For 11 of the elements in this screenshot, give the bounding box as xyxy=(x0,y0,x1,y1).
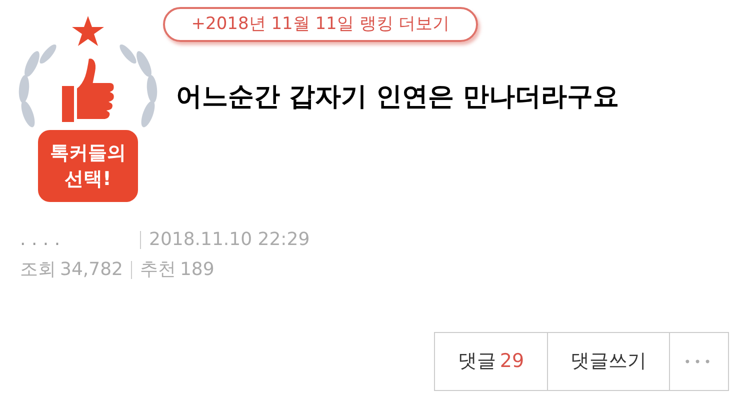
post-date: 2018.11.10 22:29 xyxy=(149,228,310,252)
views-count: 34,782 xyxy=(60,258,123,282)
ranking-link[interactable]: +2018년 11월 11일 랭킹 더보기 xyxy=(163,7,478,42)
views-label: 조회 xyxy=(20,258,56,282)
badge-label: 톡커들의 선택! xyxy=(38,130,138,202)
post-title: 어느순간 갑자기 인연은 만나더라구요 xyxy=(176,81,620,114)
write-comment-button[interactable]: 댓글쓰기 xyxy=(548,333,670,390)
likes-label: 추천 xyxy=(140,258,176,282)
comments-button[interactable]: 댓글 29 xyxy=(435,333,548,390)
likes-count: 189 xyxy=(180,258,214,282)
author-name: . . . . xyxy=(20,228,62,252)
